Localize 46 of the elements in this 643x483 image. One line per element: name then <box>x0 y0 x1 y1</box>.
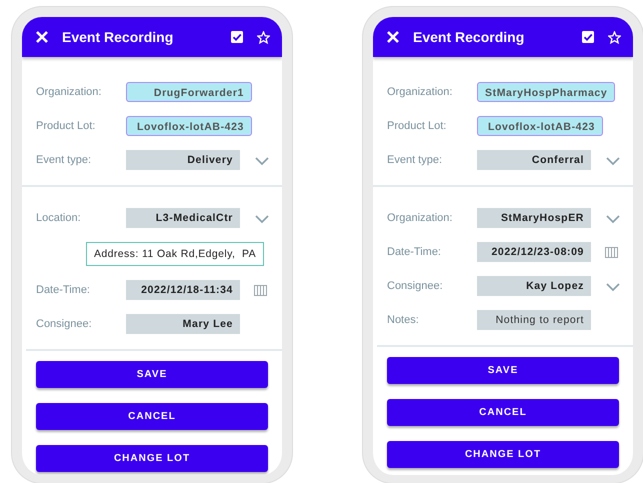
select-field[interactable]: L3-MedicalCtr <box>126 208 240 228</box>
field-label: Date-Time: <box>35 282 91 298</box>
star-icon[interactable] <box>608 30 621 44</box>
calendar-icon[interactable] <box>254 284 267 296</box>
calendar-icon[interactable] <box>605 246 618 258</box>
app-title: Event Recording <box>413 28 524 47</box>
action-button[interactable]: CANCEL <box>36 403 268 430</box>
select-field[interactable]: StMaryHospER <box>477 208 591 228</box>
date-field[interactable]: 2022/12/18-11:34 <box>126 280 240 300</box>
chevron-down-icon[interactable] <box>254 212 270 224</box>
action-button[interactable]: CHANGE LOT <box>36 445 268 472</box>
action-button[interactable]: CANCEL <box>387 399 619 426</box>
field-label: Notes: <box>386 312 420 328</box>
value-field: DrugForwarder1 <box>126 82 252 102</box>
field-label: Date-Time: <box>386 244 442 260</box>
value-field: StMaryHospPharmacy <box>477 82 616 102</box>
close-icon[interactable] <box>36 31 48 43</box>
checkbox-icon[interactable] <box>582 31 594 43</box>
field-label: Organization: <box>35 84 102 100</box>
select-field[interactable]: Delivery <box>126 150 240 170</box>
app-title: Event Recording <box>62 28 174 47</box>
select-field[interactable]: Kay Lopez <box>477 276 591 296</box>
star-icon[interactable] <box>257 30 270 44</box>
field-label: Organization: <box>386 84 454 100</box>
field-label: Product Lot: <box>35 118 96 134</box>
select-field[interactable]: Conferral <box>477 150 591 170</box>
value-field: Lovoflox-lotAB-423 <box>126 116 252 136</box>
field-label: Event type: <box>35 152 92 168</box>
field-label: Product Lot: <box>386 118 448 134</box>
chevron-down-icon[interactable] <box>605 212 621 224</box>
field-label: Organization: <box>386 210 454 226</box>
close-icon[interactable] <box>387 31 399 43</box>
value-field: Lovoflox-lotAB-423 <box>477 116 603 136</box>
chevron-down-icon[interactable] <box>254 154 270 166</box>
field-label: Event type: <box>386 152 444 168</box>
action-button[interactable]: CHANGE LOT <box>387 441 619 468</box>
action-button[interactable]: SAVE <box>387 357 619 384</box>
action-button[interactable]: SAVE <box>36 361 268 388</box>
checkbox-icon[interactable] <box>231 31 243 43</box>
address-field: Address: 11 Oak Rd,Edgely, PA <box>86 242 264 266</box>
field-label: Location: <box>35 210 82 226</box>
chevron-down-icon[interactable] <box>605 280 621 292</box>
chevron-down-icon[interactable] <box>605 154 621 166</box>
field-label: Consignee: <box>386 278 444 294</box>
field-label: Consignee: <box>35 316 93 332</box>
date-field[interactable]: 2022/12/23-08:09 <box>477 242 591 262</box>
